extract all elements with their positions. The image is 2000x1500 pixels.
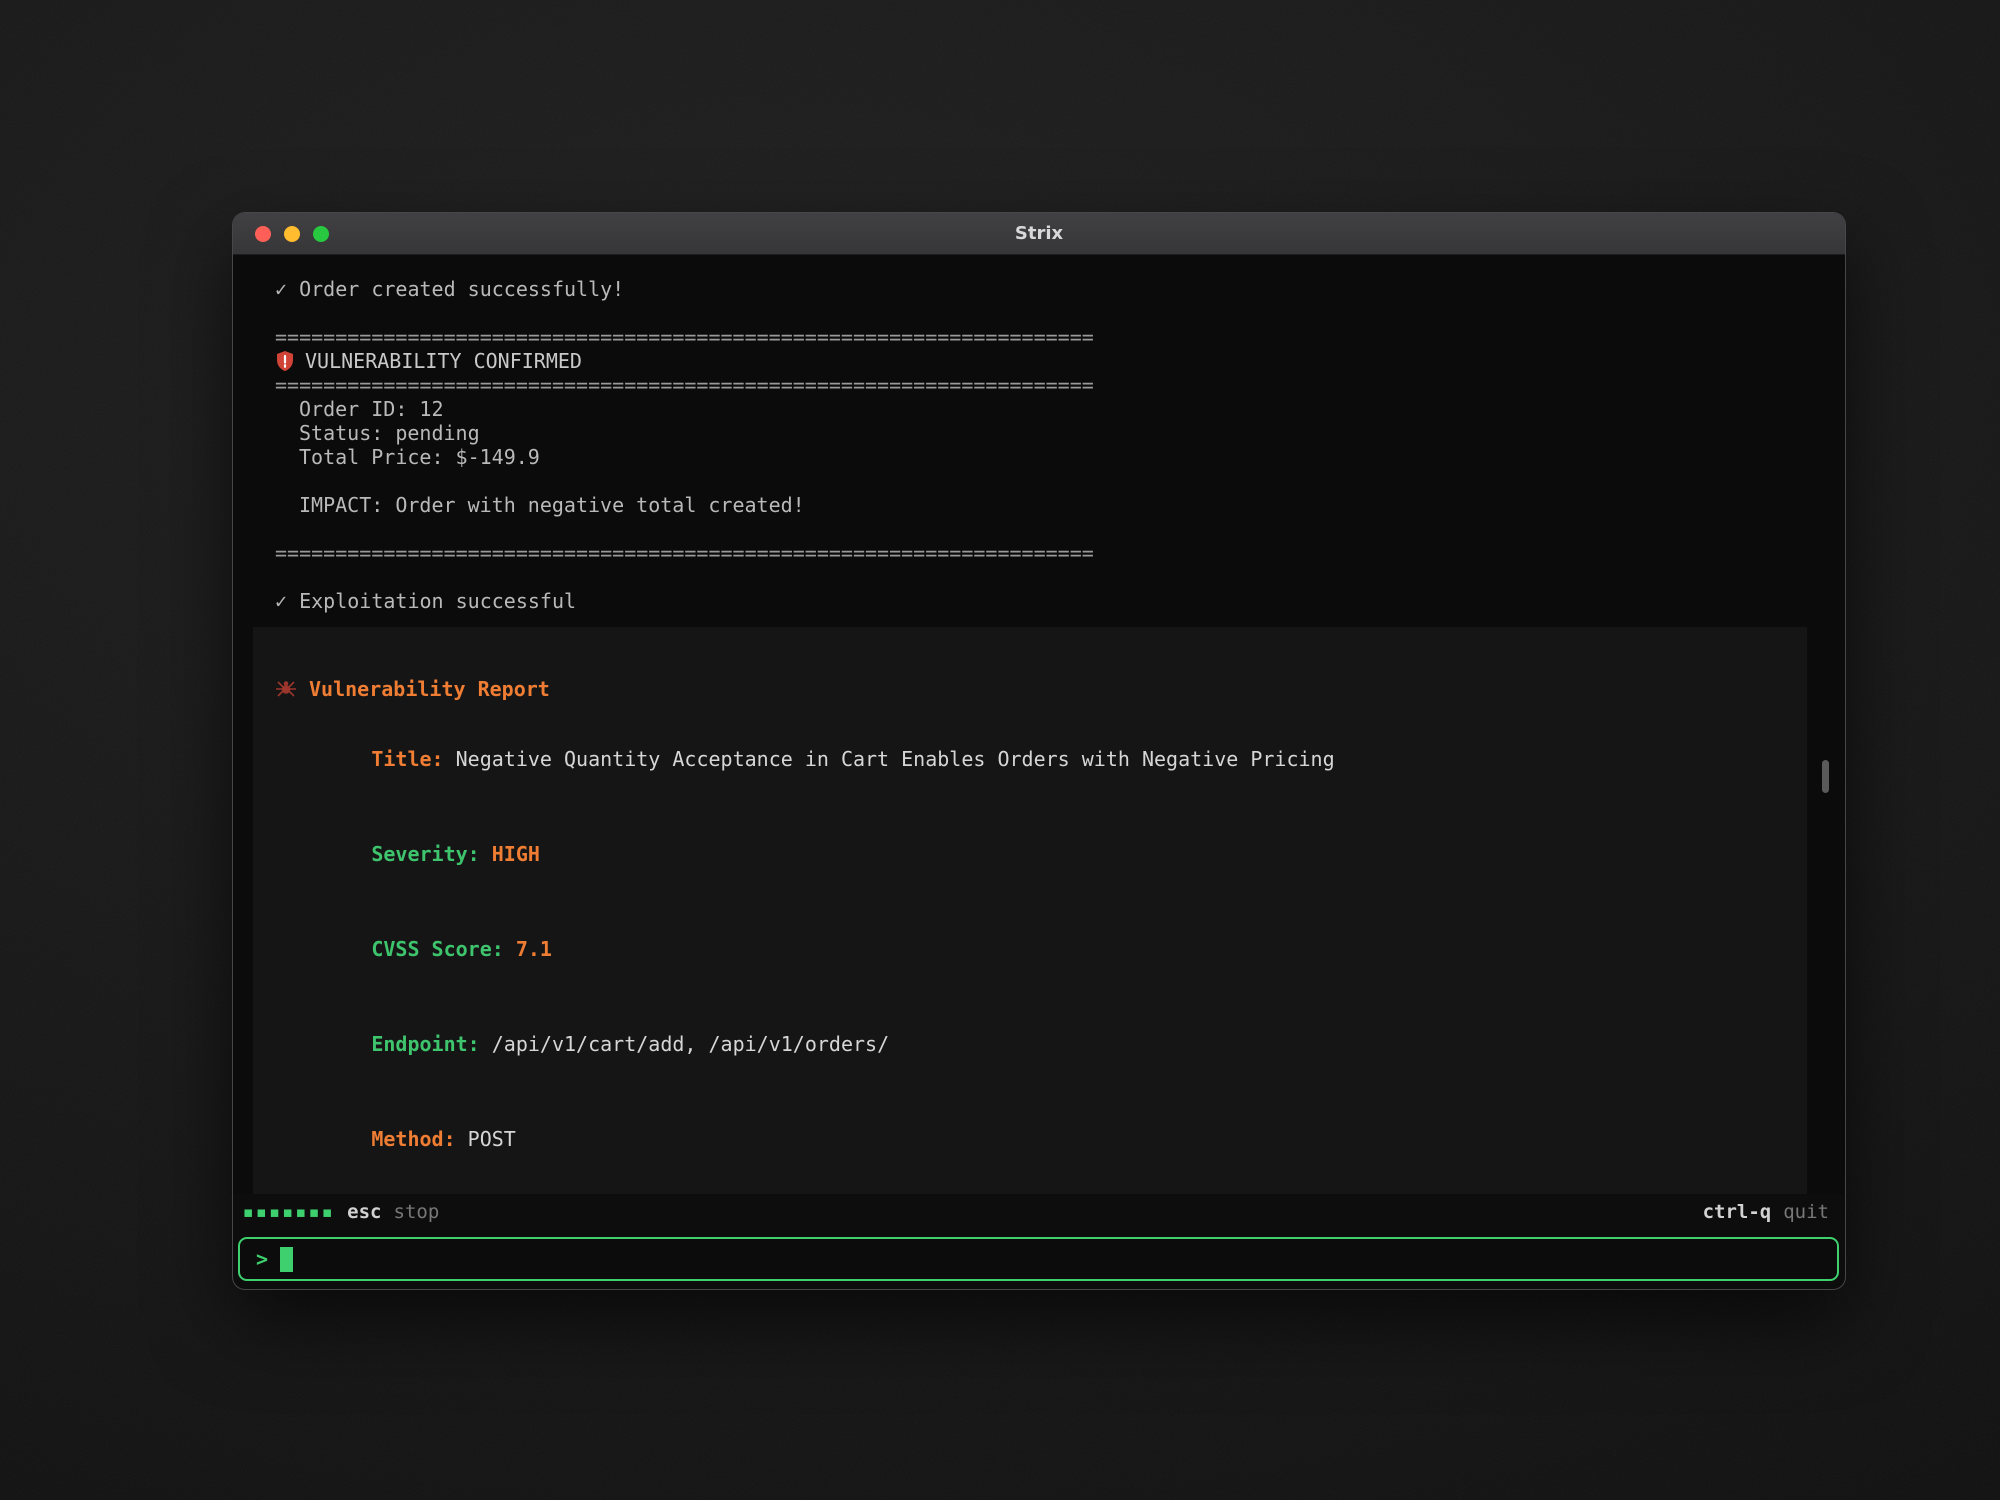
banner-label: VULNERABILITY CONFIRMED [305, 349, 582, 373]
vulnerability-confirmed-banner: VULNERABILITY CONFIRMED [275, 349, 1845, 373]
report-header: Vulnerability Report [275, 677, 1777, 701]
order-success-line: ✓ Order created successfully! [275, 277, 1845, 301]
order-total-line: Total Price: $-149.9 [275, 445, 1845, 469]
status-bar-right: ctrl-q quit [1703, 1201, 1829, 1223]
report-field-severity: Severity: HIGH [275, 818, 1777, 890]
terminal-output: ✓ Order created successfully! ==========… [233, 255, 1845, 1194]
text-cursor [280, 1247, 293, 1272]
separator-line: ========================================… [275, 325, 1845, 349]
impact-line: IMPACT: Order with negative total create… [275, 493, 1845, 517]
report-field-title: Title: Negative Quantity Acceptance in C… [275, 723, 1777, 795]
minimize-button[interactable] [284, 226, 300, 242]
spider-icon [275, 679, 297, 699]
window-title: Strix [233, 223, 1845, 244]
report-field-cvss-score: CVSS Score: 7.1 [275, 913, 1777, 985]
report-header-label: Vulnerability Report [309, 677, 550, 701]
separator-line: ========================================… [275, 373, 1845, 397]
report-field-endpoint: Endpoint: /api/v1/cart/add, /api/v1/orde… [275, 1008, 1777, 1080]
order-id-line: Order ID: 12 [275, 397, 1845, 421]
status-bar: ▪▪▪▪▪▪▪ esc stop ctrl-q quit [233, 1194, 1845, 1230]
prompt-input[interactable]: > [238, 1237, 1839, 1281]
order-status-line: Status: pending [275, 421, 1845, 445]
stop-label: stop [394, 1201, 440, 1223]
shield-icon [275, 350, 295, 372]
activity-indicator: ▪▪▪▪▪▪▪ [243, 1203, 335, 1221]
prompt-chevron: > [256, 1247, 268, 1271]
traffic-lights [233, 226, 329, 242]
report-field-method: Method: POST [275, 1103, 1777, 1175]
status-bar-left: ▪▪▪▪▪▪▪ esc stop [243, 1201, 439, 1223]
title-bar: Strix [233, 213, 1845, 255]
strix-window: Strix ✓ Order created successfully! ====… [233, 213, 1845, 1289]
esc-key-hint[interactable]: esc [347, 1201, 381, 1223]
quit-label: quit [1783, 1201, 1829, 1223]
separator-line: ========================================… [275, 541, 1845, 565]
zoom-button[interactable] [313, 226, 329, 242]
vulnerability-report-panel: Vulnerability Report Title: Negative Qua… [253, 627, 1807, 1194]
close-button[interactable] [255, 226, 271, 242]
scrollbar-thumb[interactable] [1822, 760, 1829, 793]
severity-badge: HIGH [492, 842, 540, 866]
ctrl-q-key-hint[interactable]: ctrl-q [1703, 1201, 1772, 1223]
exploitation-success-line: ✓ Exploitation successful [275, 589, 1845, 613]
